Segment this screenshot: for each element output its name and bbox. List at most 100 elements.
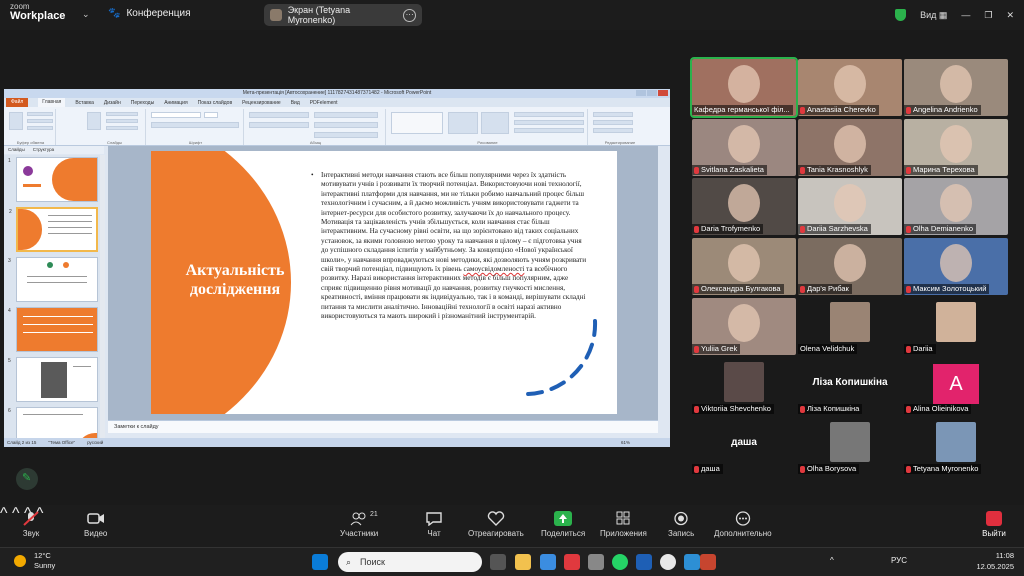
quick-styles-button[interactable] xyxy=(481,112,509,134)
ppt-maximize-icon[interactable] xyxy=(647,90,657,96)
participant-tile[interactable]: A Alina Olieinikova xyxy=(904,358,1008,415)
replace-button[interactable] xyxy=(593,120,633,125)
shapes-gallery[interactable] xyxy=(391,112,443,134)
clock[interactable]: 11:08 12.05.2025 xyxy=(976,550,1014,572)
slide-thumbnail[interactable]: 5 xyxy=(8,357,98,402)
leave-button[interactable]: Выйти xyxy=(982,511,1006,538)
align-text-button[interactable] xyxy=(314,122,378,128)
participant-tile[interactable]: Daria Trofymenko xyxy=(692,178,796,235)
chat-button[interactable]: Чат xyxy=(425,511,443,538)
record-button[interactable]: Запись xyxy=(668,511,694,538)
text-direction-button[interactable] xyxy=(314,112,378,118)
reset-button[interactable] xyxy=(106,119,138,123)
align-buttons[interactable] xyxy=(249,122,309,128)
tab-slides[interactable]: Слайды xyxy=(8,146,25,154)
share-button[interactable]: Поделиться xyxy=(541,511,585,538)
view-button[interactable]: Вид ▦ xyxy=(920,10,947,21)
arrange-button[interactable] xyxy=(448,112,478,134)
participant-tile[interactable]: Anastasiia Cherevko xyxy=(798,59,902,116)
weather-widget[interactable]: 12°C Sunny xyxy=(14,551,55,571)
react-button[interactable]: Отреагировать xyxy=(468,511,524,538)
ppt-minimize-icon[interactable] xyxy=(636,90,646,96)
annotate-button[interactable]: ✎ xyxy=(16,468,38,490)
minimize-icon[interactable]: — xyxy=(961,10,970,20)
participant-tile[interactable]: Olena Velidchuk xyxy=(798,298,902,355)
shape-effects-button[interactable] xyxy=(514,128,584,133)
participant-tile[interactable]: Ліза Копишкіна Ліза Копишкіна xyxy=(798,358,902,415)
participant-tile[interactable]: Olha Demianenko xyxy=(904,178,1008,235)
current-slide[interactable]: Актуальність дослідження • Інтерактивні м… xyxy=(151,151,617,414)
font-size-select[interactable] xyxy=(204,112,218,118)
ppt-tab-design[interactable]: Дизайн xyxy=(104,100,121,106)
zoom-app-icon[interactable] xyxy=(636,554,652,570)
cut-button[interactable] xyxy=(27,112,53,116)
meeting-info-button[interactable]: 🐾 Конференция xyxy=(108,8,191,19)
participant-tile[interactable]: Tania Krasnoshlyk xyxy=(798,119,902,176)
status-zoom[interactable]: 61% xyxy=(621,438,670,447)
ppt-tab-home[interactable]: Главная xyxy=(38,98,66,107)
format-painter-button[interactable] xyxy=(27,126,53,130)
select-button[interactable] xyxy=(593,128,633,133)
slide-thumbnail[interactable]: 4 xyxy=(8,307,98,352)
ppt-tab-slideshow[interactable]: Показ слайдов xyxy=(198,100,232,106)
close-icon[interactable]: ✕ xyxy=(1006,10,1014,21)
participant-tile[interactable]: Максим Золотоцький xyxy=(904,238,1008,295)
chevron-down-icon[interactable]: ⌄ xyxy=(82,9,90,20)
participant-tile[interactable]: Олександра Булгакова xyxy=(692,238,796,295)
taskbar-search[interactable]: ⌕ Поиск xyxy=(338,552,482,572)
thumbnail-scrollbar[interactable] xyxy=(100,155,105,441)
participant-tile[interactable]: Марина Терехова xyxy=(904,119,1008,176)
slide-thumbnail[interactable]: 1 xyxy=(8,157,98,202)
participant-tile[interactable]: Viktoriia Shevchenko xyxy=(692,358,796,415)
paste-icon[interactable] xyxy=(9,112,23,130)
powerpoint-icon[interactable] xyxy=(700,554,716,570)
apps-button[interactable]: Приложения xyxy=(600,511,647,538)
ppt-tab-view[interactable]: Вид xyxy=(291,100,300,106)
ppt-tab-review[interactable]: Рецензирование xyxy=(242,100,281,106)
file-explorer-icon[interactable] xyxy=(515,554,531,570)
participant-tile[interactable]: Angelina Andrienko xyxy=(904,59,1008,116)
windows-start-icon[interactable] xyxy=(312,554,328,570)
participant-tile[interactable]: Dariia xyxy=(904,298,1008,355)
participant-tile[interactable]: Dariia Sarzhevska xyxy=(798,178,902,235)
participant-tile[interactable]: Yuliia Grek xyxy=(692,298,796,355)
shape-fill-button[interactable] xyxy=(514,112,584,117)
ppt-tab-insert[interactable]: Вставка xyxy=(75,100,94,106)
video-caret-icon[interactable]: ^ xyxy=(12,505,20,522)
shield-icon[interactable] xyxy=(895,9,907,21)
section-button[interactable] xyxy=(106,126,138,130)
slide-thumbnail[interactable]: 3 xyxy=(8,257,98,302)
audio-caret-icon[interactable]: ^ xyxy=(0,505,8,522)
font-format-buttons[interactable] xyxy=(151,122,239,128)
shape-outline-button[interactable] xyxy=(514,120,584,125)
tab-outline[interactable]: Структура xyxy=(33,146,54,154)
telegram-icon[interactable] xyxy=(684,554,700,570)
participant-tile[interactable]: Дар'я Рибак xyxy=(798,238,902,295)
screen-share-pill[interactable]: Экран (Tetyana Myronenko) ··· xyxy=(264,4,422,26)
ppt-tab-animation[interactable]: Анимация xyxy=(164,100,187,106)
list-buttons[interactable] xyxy=(249,112,309,118)
task-view-icon[interactable] xyxy=(490,554,506,570)
layout-button[interactable] xyxy=(106,112,138,116)
slide-thumbnail-selected[interactable]: 2 xyxy=(9,207,98,252)
slide-notes[interactable]: Заметки к слайду xyxy=(108,420,658,433)
find-button[interactable] xyxy=(593,112,633,117)
audio-button[interactable]: Звук xyxy=(22,511,40,538)
ppt-tab-transitions[interactable]: Переходы xyxy=(131,100,154,106)
more-dots-icon[interactable]: ··· xyxy=(403,8,416,22)
participant-tile[interactable]: Olha Borysova xyxy=(798,418,902,475)
participant-tile[interactable]: Кафедра германської філ... xyxy=(690,57,798,118)
ppt-tab-pdfelement[interactable]: PDFelement xyxy=(310,100,338,106)
ppt-tab-file[interactable]: Файл xyxy=(6,98,29,107)
participant-tile[interactable]: Svitlana Zaskalieta xyxy=(692,119,796,176)
more-button[interactable]: Дополнительно xyxy=(714,511,772,538)
tray-chevron-icon[interactable]: ^ xyxy=(830,556,834,565)
video-button[interactable]: Видео xyxy=(84,511,107,538)
participant-tile[interactable]: Tetyana Myronenko xyxy=(904,418,1008,475)
copy-button[interactable] xyxy=(27,119,53,123)
maximize-icon[interactable]: ❐ xyxy=(984,10,992,21)
smartart-button[interactable] xyxy=(314,132,378,138)
new-slide-icon[interactable] xyxy=(87,112,101,130)
language-indicator[interactable]: РУС xyxy=(891,556,907,565)
participant-tile[interactable]: даша даша xyxy=(692,418,796,475)
